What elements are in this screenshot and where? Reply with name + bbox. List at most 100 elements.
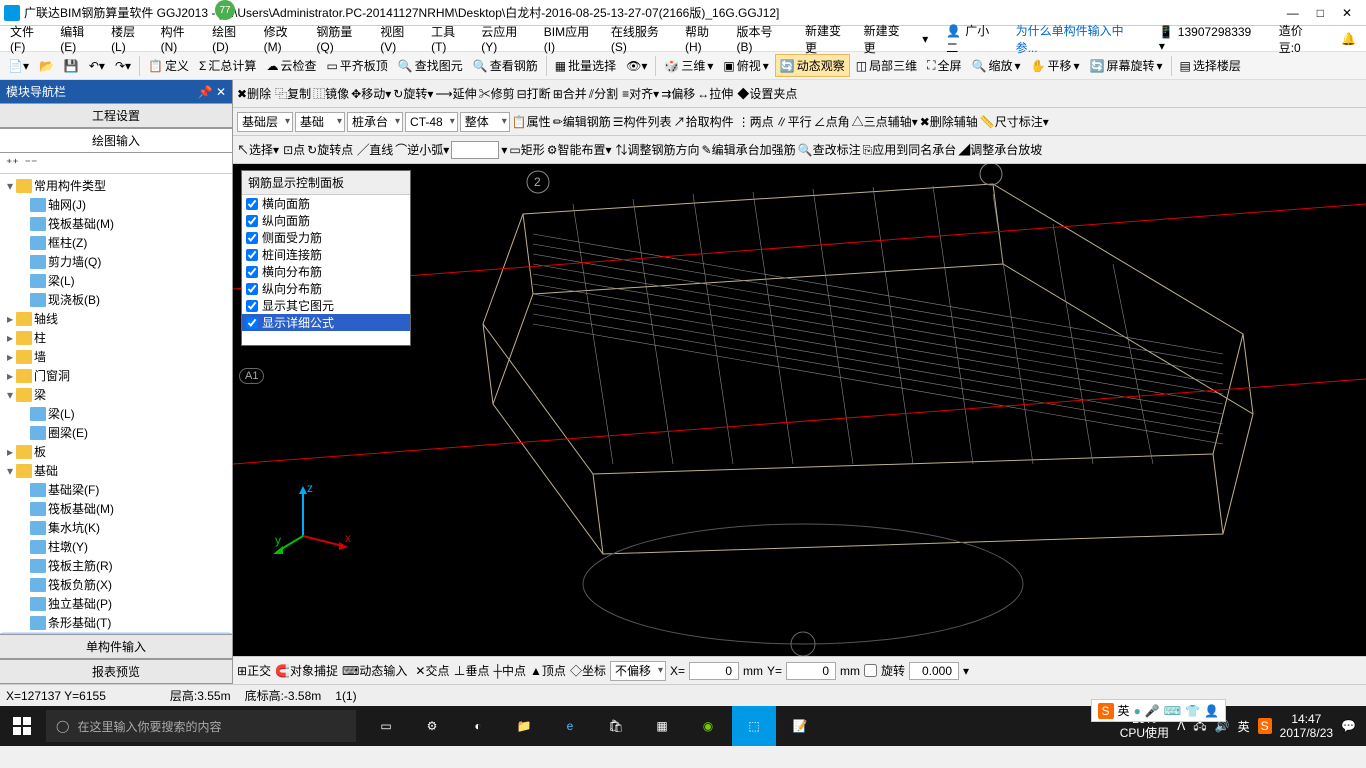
line-btn[interactable]: ╱直线 [357, 141, 393, 158]
snap-perp[interactable]: ⊥垂点 [453, 662, 489, 679]
threept-btn[interactable]: △三点辅轴▾ [852, 113, 918, 130]
chklbl-btn[interactable]: 🔍查改标注 [798, 141, 861, 158]
pin-icon[interactable]: 📌 [198, 85, 213, 99]
findel-btn[interactable]: 🔍查找图元 [394, 55, 467, 76]
offset-combo[interactable]: 不偏移 [610, 661, 666, 681]
tree-item[interactable]: ▸门窗洞 [2, 366, 230, 385]
close-icon[interactable]: ✕ [1342, 6, 1352, 20]
component-tree[interactable]: ▾常用构件类型轴网(J)筏板基础(M)框柱(Z)剪力墙(Q)梁(L)现浇板(B)… [0, 174, 232, 633]
pan-btn[interactable]: ✋平移▾ [1027, 55, 1084, 76]
batchsel-btn[interactable]: ▦批量选择 [551, 55, 620, 76]
osnap-toggle[interactable]: 🧲对象捕捉 [275, 662, 338, 679]
task-app4[interactable]: ◉ [686, 706, 730, 746]
ortho-toggle[interactable]: ⊞正交 [237, 662, 271, 679]
taskview-icon[interactable]: ▭ [364, 706, 408, 746]
break-btn[interactable]: ⊟打断 [517, 85, 551, 102]
undo-icon[interactable]: ↶▾ [85, 57, 109, 75]
rebar-option[interactable]: 侧面受力筋 [242, 229, 410, 246]
editcap-btn[interactable]: ✎编辑承台加强筋 [702, 141, 796, 158]
menu-draw[interactable]: 绘图(D) [208, 21, 256, 56]
parallel-btn[interactable]: ∥平行 [776, 113, 812, 130]
rot-input[interactable]: 0.000 [909, 662, 959, 680]
zoom-btn[interactable]: 🔍缩放▾ [968, 55, 1025, 76]
rebar-option[interactable]: 纵向面筋 [242, 212, 410, 229]
define-btn[interactable]: 📋定义 [144, 55, 193, 76]
delete-btn[interactable]: ✖删除 [237, 85, 271, 102]
local3d-btn[interactable]: ◫局部三维 [852, 55, 921, 76]
menu-help[interactable]: 帮助(H) [681, 21, 729, 56]
hide-icon[interactable]: 👁▾ [622, 57, 651, 75]
rot-check[interactable] [864, 664, 877, 677]
menu-file[interactable]: 文件(F) [6, 21, 52, 56]
tree-item[interactable]: 梁(L) [2, 404, 230, 423]
open-icon[interactable]: 📂 [35, 57, 58, 75]
select-btn[interactable]: ↖选择▾ [237, 141, 279, 158]
tree-item[interactable]: 框柱(Z) [2, 233, 230, 252]
flatroof-btn[interactable]: ▭平齐板顶 [322, 55, 391, 76]
rotate-btn[interactable]: ↻旋转▾ [393, 85, 433, 102]
prop-btn[interactable]: 📋属性 [512, 113, 551, 130]
dim-btn[interactable]: 📏尺寸标注▾ [980, 113, 1049, 130]
smart-btn[interactable]: ⚙智能布置▾ [547, 141, 612, 158]
dynview-btn[interactable]: 🔄动态观察 [775, 54, 850, 77]
applysame-btn[interactable]: ⎘应用到同名承台 [863, 141, 957, 158]
body-combo[interactable]: 整体 [460, 112, 510, 132]
rebar-option[interactable]: 横向面筋 [242, 195, 410, 212]
taskbar-search[interactable]: ◯ 在这里输入你要搜索的内容 [46, 710, 356, 742]
extend-btn[interactable]: ⟶延伸 [435, 85, 476, 102]
tree-item[interactable]: 筏板基础(M) [2, 499, 230, 518]
scrrot-btn[interactable]: 🔄屏幕旋转▾ [1086, 55, 1167, 76]
cloudchk-btn[interactable]: ☁云检查 [262, 55, 320, 76]
rebar-option[interactable]: 显示详细公式 [242, 314, 410, 331]
setgrip-btn[interactable]: ◆设置夹点 [737, 85, 797, 102]
menu-ver[interactable]: 版本号(B) [732, 21, 791, 56]
menu-floor[interactable]: 楼层(L) [107, 21, 153, 56]
menu-edit[interactable]: 编辑(E) [56, 21, 103, 56]
viewrebar-btn[interactable]: 🔍查看钢筋 [469, 55, 542, 76]
maximize-icon[interactable]: □ [1317, 6, 1324, 20]
tree-item[interactable]: ▸板 [2, 442, 230, 461]
offset-btn[interactable]: ⇉偏移 [661, 85, 695, 102]
color-picker[interactable] [451, 141, 499, 159]
snap-mid[interactable]: ┼中点 [494, 662, 527, 679]
angle-btn[interactable]: ∠点角 [814, 113, 850, 130]
task-app5[interactable]: 📝 [778, 706, 822, 746]
adjdir-btn[interactable]: ⇅调整钢筋方向 [616, 141, 700, 158]
tray-ime[interactable]: 英 [1238, 718, 1250, 735]
menu-bim[interactable]: BIM应用(I) [540, 21, 603, 56]
menu-online[interactable]: 在线服务(S) [607, 21, 677, 56]
minimize-icon[interactable]: — [1287, 6, 1299, 20]
expand-icon[interactable]: ⁺⁺ [6, 156, 19, 170]
save-icon[interactable]: 💾 [60, 57, 83, 75]
adjslope-btn[interactable]: ◢调整承台放坡 [958, 141, 1042, 158]
item-combo[interactable]: CT-48 [405, 112, 458, 132]
tree-item[interactable]: ▸墙 [2, 347, 230, 366]
rebar-option[interactable]: 纵向分布筋 [242, 280, 410, 297]
stretch-btn[interactable]: ↔拉伸 [697, 85, 733, 102]
task-app3[interactable]: ▦ [640, 706, 684, 746]
new-icon[interactable]: 📄▾ [4, 57, 33, 75]
rebar-panel[interactable]: 钢筋显示控制面板 横向面筋纵向面筋侧面受力筋桩间连接筋横向分布筋纵向分布筋显示其… [241, 170, 411, 346]
split-btn[interactable]: ⫽分割 [589, 85, 618, 102]
rebar-option[interactable]: 桩间连接筋 [242, 246, 410, 263]
subtype-combo[interactable]: 桩承台 [347, 112, 403, 132]
tab-report[interactable]: 报表预览 [0, 659, 232, 684]
merge-btn[interactable]: ⊞合并 [553, 85, 587, 102]
tree-item[interactable]: 基础梁(F) [2, 480, 230, 499]
redo-icon[interactable]: ↷▾ [111, 57, 135, 75]
tree-item[interactable]: ▸柱 [2, 328, 230, 347]
snap-top[interactable]: ▲顶点 [530, 662, 566, 679]
tree-item[interactable]: 筏板主筋(R) [2, 556, 230, 575]
task-app2[interactable]: ◐ [456, 706, 500, 746]
coin-label[interactable]: 造价豆:0 [1275, 20, 1327, 58]
ime-indicator[interactable]: S英 ●🎤⌨👕👤 [1091, 699, 1226, 722]
tree-item[interactable]: 圈梁(E) [2, 423, 230, 442]
tree-item[interactable]: 筏板基础(M) [2, 214, 230, 233]
bell-icon[interactable]: 🔔 [1337, 30, 1360, 48]
tree-item[interactable]: 现浇板(B) [2, 290, 230, 309]
trim-btn[interactable]: ✂修剪 [479, 85, 515, 102]
rebar-option[interactable]: 显示其它图元 [242, 297, 410, 314]
snap-coord[interactable]: ◇坐标 [570, 662, 606, 679]
collapse-icon[interactable]: ⁻⁻ [25, 156, 38, 170]
tree-item[interactable]: 轴网(J) [2, 195, 230, 214]
